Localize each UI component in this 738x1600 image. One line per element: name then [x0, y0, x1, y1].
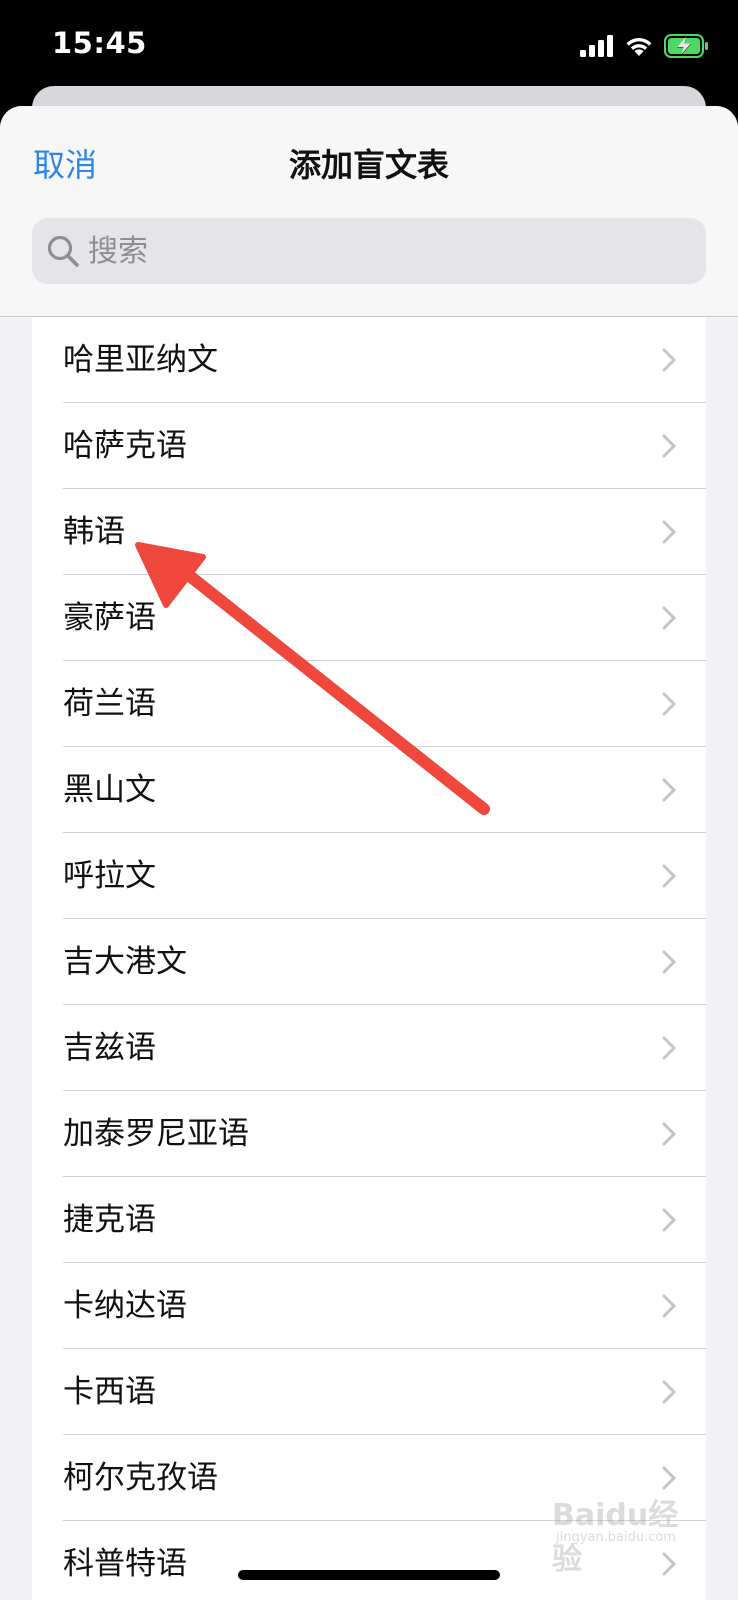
- language-label: 吉大港文: [63, 944, 187, 980]
- language-label: 柯尔克孜语: [63, 1460, 218, 1496]
- chevron-right-icon: [662, 692, 676, 716]
- list-item[interactable]: 卡纳达语: [32, 1263, 706, 1349]
- list-item[interactable]: 吉大港文: [32, 919, 706, 1005]
- chevron-right-icon: [662, 1122, 676, 1146]
- chevron-right-icon: [662, 1380, 676, 1404]
- sheet-header: 取消 添加盲文表: [0, 106, 738, 317]
- chevron-right-icon: [662, 1036, 676, 1060]
- list-item[interactable]: 捷克语: [32, 1177, 706, 1263]
- status-bar: 15:45: [0, 0, 738, 92]
- language-label: 卡西语: [63, 1374, 156, 1410]
- chevron-right-icon: [662, 778, 676, 802]
- list-item[interactable]: 荷兰语: [32, 661, 706, 747]
- sheet-title: 添加盲文表: [288, 146, 449, 184]
- language-label: 豪萨语: [63, 600, 156, 636]
- language-label: 荷兰语: [63, 686, 156, 722]
- language-label: 科普特语: [63, 1546, 187, 1582]
- signal-icon: [580, 35, 613, 57]
- status-time: 15:45: [52, 26, 147, 60]
- search-input[interactable]: [88, 218, 688, 284]
- chevron-right-icon: [662, 520, 676, 544]
- language-label: 捷克语: [63, 1202, 156, 1238]
- language-list: 哈里亚纳文哈萨克语韩语豪萨语荷兰语黑山文呼拉文吉大港文吉兹语加泰罗尼亚语 捷克语卡…: [32, 317, 706, 1600]
- chevron-right-icon: [662, 950, 676, 974]
- add-braille-table-sheet: 取消 添加盲文表 哈里亚纳文哈萨克语韩语豪萨语荷兰语黑山文呼拉文吉大港文吉兹语加…: [0, 106, 738, 1600]
- screen: 15:45 取消 添加盲文表 搜索 哈里亚纳文 哈萨克语 韩语 豪萨语 荷兰语 …: [0, 0, 738, 1600]
- chevron-right-icon: [662, 1294, 676, 1318]
- chevron-right-icon: [662, 864, 676, 888]
- search-icon: [47, 235, 79, 267]
- list-item[interactable]: 豪萨语: [32, 575, 706, 661]
- battery-charging-icon: [664, 34, 708, 58]
- language-label: 呼拉文: [63, 858, 156, 894]
- watermark-url: jingyan.baidu.com: [556, 1530, 676, 1545]
- list-item[interactable]: 哈里亚纳文: [32, 317, 706, 403]
- list-item[interactable]: 吉兹语: [32, 1005, 706, 1091]
- home-indicator[interactable]: [238, 1570, 500, 1580]
- chevron-right-icon: [662, 606, 676, 630]
- language-label: 韩语: [63, 514, 125, 550]
- chevron-right-icon: [662, 434, 676, 458]
- status-icons: [580, 30, 710, 62]
- list-item[interactable]: 卡西语: [32, 1349, 706, 1435]
- list-item[interactable]: 韩语: [32, 489, 706, 575]
- list-item[interactable]: 哈萨克语: [32, 403, 706, 489]
- language-label: 黑山文: [63, 772, 156, 808]
- list-item[interactable]: 呼拉文: [32, 833, 706, 919]
- chevron-right-icon: [662, 1208, 676, 1232]
- language-label: 哈萨克语: [63, 428, 187, 464]
- chevron-right-icon: [662, 348, 676, 372]
- language-label: 加泰罗尼亚语: [63, 1116, 249, 1152]
- language-label: 卡纳达语: [63, 1288, 187, 1324]
- language-label: 哈里亚纳文: [63, 342, 218, 378]
- list-item[interactable]: 加泰罗尼亚语: [32, 1091, 706, 1177]
- list-item[interactable]: 黑山文: [32, 747, 706, 833]
- language-label: 吉兹语: [63, 1030, 156, 1066]
- watermark: Baidu经验 jingyan.baidu.com: [552, 1490, 702, 1577]
- wifi-icon: [626, 37, 652, 56]
- search-bar[interactable]: [32, 218, 706, 284]
- chevron-right-icon: [662, 1466, 676, 1490]
